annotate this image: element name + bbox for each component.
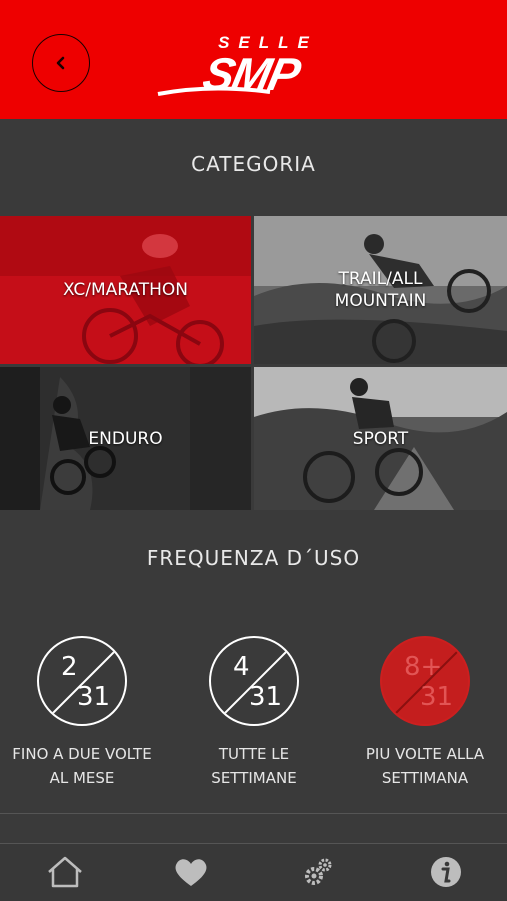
- category-grid: XC/MARATHON TRAIL/ALL MOUNTAIN ENDURO SP…: [0, 216, 507, 510]
- category-tile-enduro[interactable]: ENDURO: [0, 367, 251, 510]
- frequenza-title: FREQUENZA D´USO: [146, 546, 361, 570]
- calendar-fraction-icon: 2 31: [37, 636, 127, 726]
- category-tile-xc-marathon[interactable]: XC/MARATHON: [0, 216, 251, 364]
- category-label: ENDURO: [88, 428, 163, 449]
- category-label: XC/MARATHON: [62, 280, 188, 300]
- home-icon: [48, 856, 82, 888]
- frequency-label: TUTTE LE SETTIMANE: [211, 745, 297, 787]
- back-button[interactable]: [32, 34, 90, 92]
- frequency-option-twice-month[interactable]: 2 31 FINO A DUE VOLTE AL MESE: [2, 636, 162, 790]
- bottom-tab-bar: [0, 843, 507, 901]
- tab-info[interactable]: [426, 854, 466, 890]
- chevron-left-icon: [56, 56, 65, 70]
- svg-text:SMP: SMP: [199, 48, 307, 99]
- category-tile-trail-all-mountain[interactable]: TRAIL/ALL MOUNTAIN: [254, 216, 507, 364]
- tab-home[interactable]: [45, 854, 85, 890]
- frequency-option-weekly[interactable]: 4 31 TUTTE LE SETTIMANE: [174, 636, 334, 790]
- tab-settings[interactable]: [298, 854, 338, 890]
- tab-favorites[interactable]: [171, 854, 211, 890]
- frequency-label: FINO A DUE VOLTE AL MESE: [12, 745, 152, 787]
- gears-icon: [305, 858, 332, 885]
- selle-smp-logo: SELLE SMP: [157, 33, 309, 100]
- calendar-fraction-icon: 4 31: [209, 636, 299, 726]
- frequency-label: PIU VOLTE ALLA SETTIMANA: [365, 745, 485, 787]
- heart-icon: [175, 859, 207, 886]
- info-icon: [431, 857, 461, 887]
- category-tile-sport[interactable]: SPORT: [254, 367, 507, 510]
- category-label: TRAIL/ALL MOUNTAIN: [334, 269, 427, 311]
- calendar-fraction-icon: 8+ 31: [380, 636, 470, 726]
- frequency-option-several-week[interactable]: 8+ 31 PIU VOLTE ALLA SETTIMANA: [345, 636, 505, 790]
- categoria-title: CATEGORIA: [191, 152, 316, 176]
- category-label: SPORT: [352, 428, 409, 449]
- app-header: SELLE SMP: [0, 0, 507, 119]
- section-divider: [0, 813, 507, 814]
